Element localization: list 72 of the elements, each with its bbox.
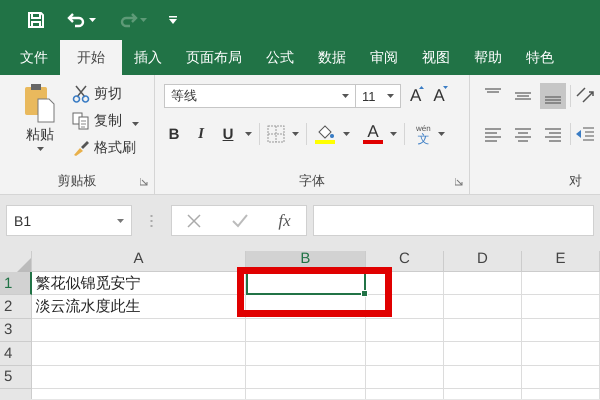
- caret-icon[interactable]: [36, 147, 44, 151]
- copy-icon: [72, 112, 90, 130]
- selected-cell[interactable]: [246, 272, 366, 296]
- ribbon-tab[interactable]: 插入: [122, 40, 174, 75]
- caret-icon[interactable]: [245, 132, 252, 136]
- grip-icon: [150, 214, 153, 228]
- group-label: 剪贴板: [58, 172, 96, 190]
- caret-icon[interactable]: [438, 132, 445, 136]
- down-triangle-icon: [442, 86, 448, 89]
- italic-button[interactable]: I: [191, 126, 211, 142]
- ribbon-tab[interactable]: 视图: [410, 40, 462, 75]
- cut-button[interactable]: 剪切: [72, 83, 139, 105]
- undo-icon[interactable]: [67, 12, 87, 28]
- ribbon-tab[interactable]: 文件: [8, 40, 60, 75]
- save-icon[interactable]: [27, 11, 45, 29]
- insert-function-button[interactable]: fx: [278, 210, 291, 230]
- increase-font-button[interactable]: A: [407, 86, 424, 106]
- caret-icon[interactable]: [387, 94, 394, 98]
- column-header[interactable]: C: [366, 251, 444, 272]
- checkmark-icon[interactable]: [232, 214, 248, 228]
- scissors-icon: [72, 85, 90, 103]
- up-triangle-icon: [419, 86, 424, 89]
- font-size-field[interactable]: 11: [355, 84, 401, 108]
- align-lines-icon: [484, 88, 502, 94]
- caret-icon[interactable]: [342, 94, 349, 98]
- paintbrush-icon: [72, 139, 90, 157]
- bold-button[interactable]: B: [164, 126, 184, 142]
- row-header[interactable]: 2: [0, 295, 32, 319]
- caret-icon[interactable]: [132, 122, 139, 126]
- ribbon-tab[interactable]: 开始: [60, 40, 122, 75]
- ribbon-tab[interactable]: 帮助: [462, 40, 514, 75]
- row-header[interactable]: 5: [0, 366, 32, 389]
- customize-icon[interactable]: [169, 16, 177, 24]
- dialog-launcher-icon[interactable]: [455, 178, 463, 186]
- font-name-field[interactable]: 等线: [164, 84, 356, 108]
- caret-icon[interactable]: [390, 132, 397, 136]
- column-header[interactable]: A: [32, 251, 246, 272]
- caret-icon[interactable]: [343, 132, 350, 136]
- underline-button[interactable]: U: [218, 126, 238, 142]
- ribbon-tab[interactable]: 数据: [306, 40, 358, 75]
- paste-button[interactable]: 粘贴: [12, 81, 68, 168]
- dialog-launcher-icon[interactable]: [140, 178, 148, 186]
- row-header[interactable]: 4: [0, 342, 32, 366]
- group-label: 对: [569, 172, 582, 190]
- name-box[interactable]: B1: [6, 205, 132, 236]
- align-bottom-button[interactable]: [540, 83, 566, 109]
- table-cell: 淡云流水度此生: [32, 295, 246, 319]
- phonetic-button[interactable]: wén 文: [416, 124, 431, 144]
- align-lines-icon: [544, 96, 562, 104]
- group-label: 字体: [299, 172, 325, 190]
- caret-icon[interactable]: [117, 218, 124, 222]
- copy-button[interactable]: 复制: [72, 110, 139, 132]
- table-cell: 繁花似锦觅安宁: [32, 272, 246, 296]
- fill-color-icon[interactable]: [314, 124, 336, 144]
- align-lines-icon: [514, 92, 532, 100]
- column-header[interactable]: E: [522, 251, 600, 272]
- clipboard-icon: [24, 83, 56, 123]
- ribbon-tab[interactable]: 审阅: [358, 40, 410, 75]
- caret-icon[interactable]: [89, 18, 96, 22]
- decrease-indent-icon[interactable]: [575, 125, 595, 143]
- ribbon-tab[interactable]: 特色: [514, 40, 566, 75]
- format-painter-button[interactable]: 格式刷: [72, 137, 139, 159]
- font-color-button[interactable]: A: [363, 124, 383, 144]
- row-header[interactable]: 3: [0, 318, 32, 342]
- formula-input[interactable]: [313, 205, 594, 236]
- ribbon-tab[interactable]: 公式: [254, 40, 306, 75]
- caret-icon[interactable]: [292, 132, 299, 136]
- row-header[interactable]: 1: [0, 272, 32, 296]
- column-header[interactable]: D: [444, 251, 522, 272]
- decrease-font-button[interactable]: A: [430, 86, 448, 106]
- ribbon-tab[interactable]: 页面布局: [174, 40, 254, 75]
- borders-icon[interactable]: [267, 125, 285, 143]
